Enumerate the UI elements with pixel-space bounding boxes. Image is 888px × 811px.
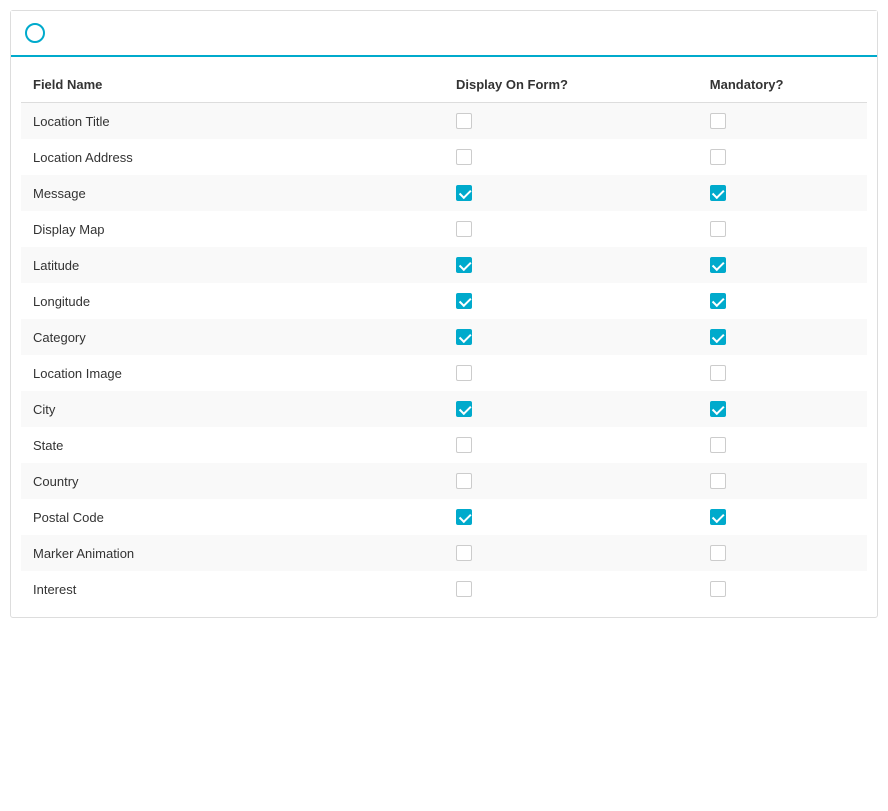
mandatory-checkbox[interactable] [710, 473, 726, 489]
display-checkbox-cell [444, 283, 698, 319]
field-name-cell: Marker Animation [21, 535, 444, 571]
mandatory-checkbox-cell [698, 463, 867, 499]
col-header-field-name: Field Name [21, 67, 444, 103]
mandatory-checkbox-cell [698, 571, 867, 607]
mandatory-checkbox[interactable] [710, 329, 726, 345]
table-row: Location Title [21, 103, 867, 140]
table-row: Marker Animation [21, 535, 867, 571]
display-checkbox-cell [444, 319, 698, 355]
mandatory-checkbox-cell [698, 319, 867, 355]
display-checkbox-cell [444, 139, 698, 175]
display-checkbox-cell [444, 535, 698, 571]
display-checkbox-cell [444, 103, 698, 140]
field-name-cell: Longitude [21, 283, 444, 319]
table-row: Location Address [21, 139, 867, 175]
field-name-cell: Postal Code [21, 499, 444, 535]
display-checkbox-cell [444, 211, 698, 247]
field-name-cell: Display Map [21, 211, 444, 247]
display-checkbox[interactable] [456, 329, 472, 345]
display-checkbox-cell [444, 175, 698, 211]
display-checkbox-cell [444, 571, 698, 607]
mandatory-checkbox-cell [698, 427, 867, 463]
mandatory-checkbox-cell [698, 535, 867, 571]
col-header-display: Display On Form? [444, 67, 698, 103]
field-name-cell: Location Address [21, 139, 444, 175]
table-row: Message [21, 175, 867, 211]
field-name-cell: City [21, 391, 444, 427]
field-name-cell: Interest [21, 571, 444, 607]
table-row: Display Map [21, 211, 867, 247]
mandatory-checkbox-cell [698, 175, 867, 211]
table-row: Category [21, 319, 867, 355]
table-row: Country [21, 463, 867, 499]
mandatory-checkbox-cell [698, 355, 867, 391]
mandatory-checkbox[interactable] [710, 293, 726, 309]
table-row: Location Image [21, 355, 867, 391]
panel-header [11, 11, 877, 57]
display-checkbox-cell [444, 427, 698, 463]
table-row: Longitude [21, 283, 867, 319]
mandatory-checkbox[interactable] [710, 257, 726, 273]
field-name-cell: Latitude [21, 247, 444, 283]
display-checkbox-cell [444, 463, 698, 499]
mandatory-checkbox-cell [698, 211, 867, 247]
mandatory-checkbox-cell [698, 247, 867, 283]
table-header-row: Field Name Display On Form? Mandatory? [21, 67, 867, 103]
table-container: Field Name Display On Form? Mandatory? L… [11, 57, 877, 617]
mandatory-checkbox[interactable] [710, 365, 726, 381]
main-panel: Field Name Display On Form? Mandatory? L… [10, 10, 878, 618]
mandatory-checkbox-cell [698, 391, 867, 427]
display-checkbox[interactable] [456, 185, 472, 201]
display-checkbox[interactable] [456, 257, 472, 273]
display-checkbox[interactable] [456, 401, 472, 417]
field-name-cell: Category [21, 319, 444, 355]
field-name-cell: Location Image [21, 355, 444, 391]
table-row: City [21, 391, 867, 427]
mandatory-checkbox-cell [698, 499, 867, 535]
field-name-cell: Location Title [21, 103, 444, 140]
mandatory-checkbox-cell [698, 283, 867, 319]
mandatory-checkbox-cell [698, 139, 867, 175]
mandatory-checkbox[interactable] [710, 509, 726, 525]
mandatory-checkbox[interactable] [710, 185, 726, 201]
field-name-cell: Country [21, 463, 444, 499]
field-name-cell: State [21, 427, 444, 463]
display-checkbox[interactable] [456, 365, 472, 381]
mandatory-checkbox[interactable] [710, 401, 726, 417]
display-checkbox[interactable] [456, 545, 472, 561]
table-body: Location TitleLocation AddressMessageDis… [21, 103, 867, 608]
display-checkbox[interactable] [456, 113, 472, 129]
display-checkbox-cell [444, 355, 698, 391]
collapse-icon[interactable] [25, 23, 45, 43]
mandatory-checkbox[interactable] [710, 221, 726, 237]
mandatory-checkbox[interactable] [710, 545, 726, 561]
table-row: State [21, 427, 867, 463]
table-row: Postal Code [21, 499, 867, 535]
display-checkbox-cell [444, 499, 698, 535]
fields-table: Field Name Display On Form? Mandatory? L… [21, 67, 867, 607]
display-checkbox[interactable] [456, 473, 472, 489]
mandatory-checkbox[interactable] [710, 437, 726, 453]
mandatory-checkbox-cell [698, 103, 867, 140]
mandatory-checkbox[interactable] [710, 113, 726, 129]
display-checkbox[interactable] [456, 149, 472, 165]
table-row: Interest [21, 571, 867, 607]
display-checkbox[interactable] [456, 437, 472, 453]
table-row: Latitude [21, 247, 867, 283]
display-checkbox[interactable] [456, 509, 472, 525]
field-name-cell: Message [21, 175, 444, 211]
display-checkbox-cell [444, 247, 698, 283]
display-checkbox[interactable] [456, 581, 472, 597]
display-checkbox[interactable] [456, 221, 472, 237]
display-checkbox-cell [444, 391, 698, 427]
mandatory-checkbox[interactable] [710, 581, 726, 597]
col-header-mandatory: Mandatory? [698, 67, 867, 103]
display-checkbox[interactable] [456, 293, 472, 309]
mandatory-checkbox[interactable] [710, 149, 726, 165]
